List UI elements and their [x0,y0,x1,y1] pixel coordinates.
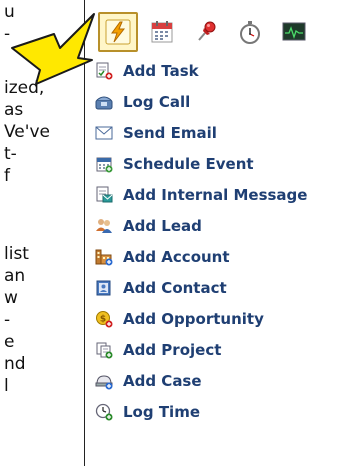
lightning-icon [105,19,131,45]
menu-item-add-opportunity[interactable]: $ Add Opportunity [88,304,344,334]
menu-item-add-internal-message[interactable]: Add Internal Message [88,180,344,210]
menu-item-log-time[interactable]: Log Time [88,397,344,427]
add-account-icon [94,247,114,267]
add-case-icon [94,371,114,391]
menu-item-add-lead[interactable]: Add Lead [88,211,344,241]
log-call-icon [94,92,114,112]
menu-item-add-account[interactable]: Add Account [88,242,344,272]
add-internal-message-icon [94,185,114,205]
svg-text:$: $ [100,315,106,325]
panel-divider [84,0,85,466]
add-project-icon [94,340,114,360]
menu-item-label: Log Time [123,403,200,421]
menu-item-label: Log Call [123,93,191,111]
menu-item-label: Schedule Event [123,155,254,173]
stopwatch-icon [240,21,260,44]
toolbar-quick-add-button[interactable] [98,12,138,52]
quick-actions-toolbar [88,12,344,52]
menu-item-schedule-event[interactable]: Schedule Event [88,149,344,179]
article-line: nd [4,354,26,374]
toolbar-stopwatch-button[interactable] [230,12,270,52]
menu-item-label: Add Project [123,341,222,359]
menu-item-log-call[interactable]: Log Call [88,87,344,117]
menu-item-send-email[interactable]: Send Email [88,118,344,148]
article-line: - [4,310,11,330]
send-email-icon [94,123,114,143]
toolbar-calendar-button[interactable] [142,12,182,52]
calendar-icon [151,21,173,43]
log-time-icon [94,402,114,422]
menu-item-label: Add Internal Message [123,186,308,204]
menu-item-add-contact[interactable]: Add Contact [88,273,344,303]
add-lead-icon [94,216,114,236]
article-line: l [4,376,9,396]
toolbar-activity-monitor-button[interactable] [274,12,314,52]
menu-item-label: Add Account [123,248,230,266]
article-line: list [4,244,29,264]
article-text-fragment: u - ized, as Ve've t- f list an w - e nd… [0,0,80,466]
add-contact-icon [94,278,114,298]
article-line: as [4,100,24,120]
article-line: Ve've [4,122,50,142]
menu-item-label: Add Case [123,372,202,390]
schedule-event-icon [94,154,114,174]
article-line: e [4,332,15,352]
add-task-icon [94,61,114,81]
article-line: u [4,2,15,22]
menu-item-add-project[interactable]: Add Project [88,335,344,365]
menu-item-label: Add Contact [123,279,227,297]
article-line: ized, [4,78,45,98]
menu-item-add-task[interactable]: Add Task [88,56,344,86]
menu-item-label: Add Opportunity [123,310,264,328]
article-line: w [4,288,18,308]
toolbar-pushpin-button[interactable] [186,12,226,52]
menu-item-label: Add Task [123,62,199,80]
add-opportunity-icon: $ [94,309,114,329]
article-line: t- [4,144,17,164]
menu-item-label: Add Lead [123,217,202,235]
article-line: - [4,24,11,44]
pushpin-icon [198,21,216,41]
menu-item-label: Send Email [123,124,217,142]
article-line: f [4,166,10,186]
menu-item-add-case[interactable]: Add Case [88,366,344,396]
activity-monitor-icon [282,22,306,41]
article-line: an [4,266,26,286]
